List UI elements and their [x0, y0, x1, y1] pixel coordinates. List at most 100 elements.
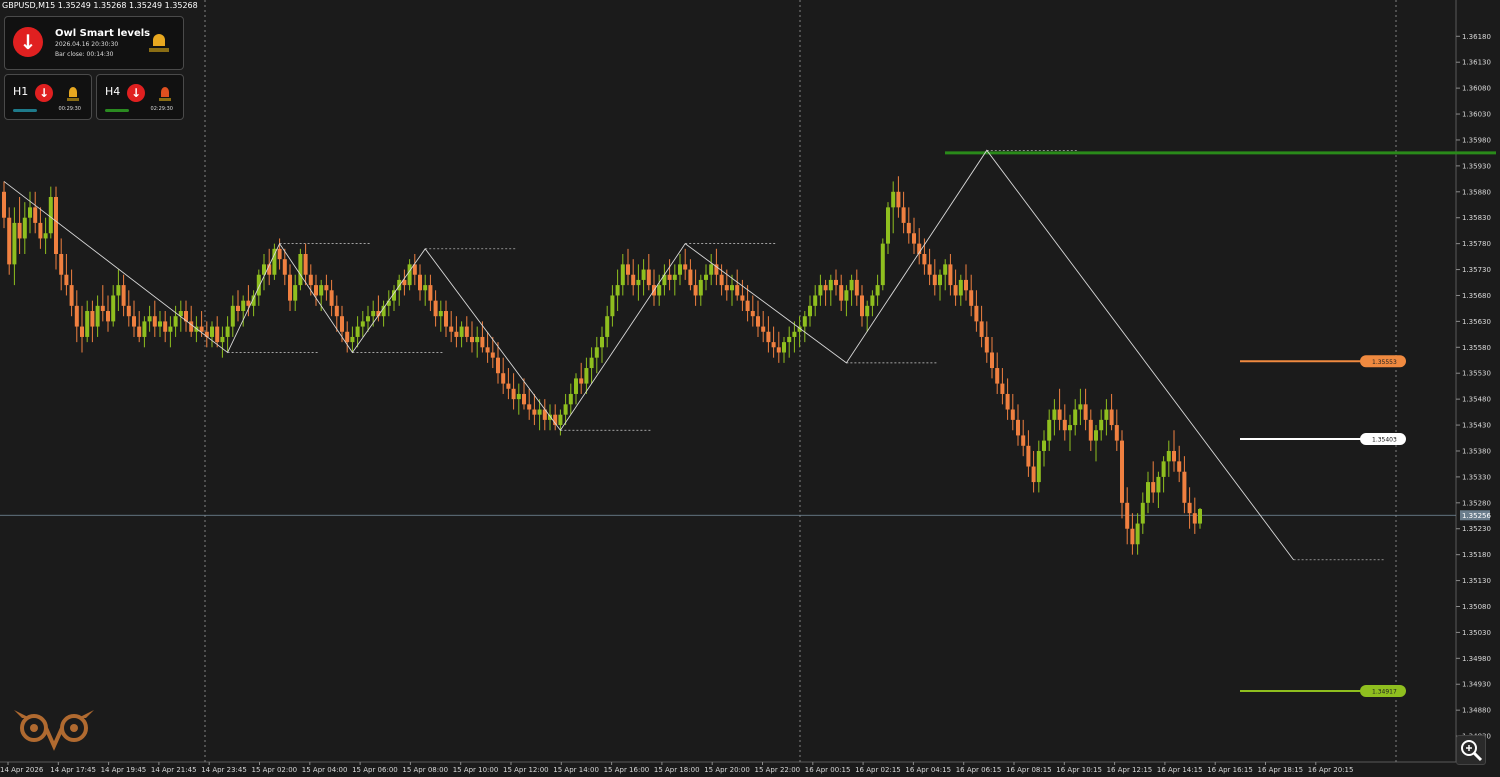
- bull-candle-body: [938, 274, 942, 286]
- y-tick-label: 1.35230: [1462, 525, 1491, 533]
- bear-candle-body: [54, 196, 58, 254]
- bull-candle-body: [293, 285, 298, 301]
- bear-candle-body: [932, 274, 937, 286]
- bear-candle-body: [511, 388, 516, 400]
- bear-candle-body: [1016, 419, 1020, 436]
- bear-candle-body: [1192, 513, 1197, 524]
- y-tick-label: 1.34880: [1462, 707, 1491, 715]
- bear-candle-body: [771, 342, 776, 348]
- bear-candle-body: [59, 254, 64, 275]
- bull-candle-body: [615, 285, 620, 296]
- bear-candle-body: [1130, 528, 1135, 545]
- bear-candle-body: [1000, 383, 1005, 394]
- bar-close-time: Bar close: 00:14:30: [55, 51, 114, 58]
- y-tick-label: 1.35780: [1462, 240, 1491, 248]
- bull-candle-body: [698, 279, 703, 296]
- timeframe-panel-h4[interactable]: H4 ↓ 02:29:30: [96, 74, 184, 120]
- owl-smart-levels-panel[interactable]: ↓ Owl Smart levels 2026.04.16 20:30:30 B…: [4, 16, 184, 70]
- y-tick-label: 1.35980: [1462, 136, 1491, 144]
- bull-candle-body: [355, 326, 360, 337]
- bear-candle-body: [106, 311, 110, 322]
- bear-candle-body: [324, 285, 329, 291]
- bull-candle-body: [548, 414, 552, 420]
- bull-candle-body: [844, 290, 849, 301]
- bull-candle-body: [241, 300, 246, 312]
- y-tick-label: 1.35380: [1462, 447, 1491, 455]
- bear-candle-body: [303, 254, 308, 275]
- bear-candle-body: [646, 269, 651, 286]
- bear-candle-body: [69, 285, 74, 306]
- bull-candle-body: [1135, 523, 1140, 545]
- bull-candle-body: [1198, 509, 1202, 524]
- bull-candle-body: [225, 326, 230, 337]
- bear-candle-body: [901, 207, 906, 223]
- indicator-date: 2026.04.16 20:30:30: [55, 41, 119, 48]
- x-tick-label: 14 Apr 2026: [0, 766, 44, 774]
- bull-candle-body: [641, 269, 646, 280]
- bull-candle-body: [605, 316, 610, 337]
- x-tick-label: 16 Apr 14:15: [1157, 766, 1203, 774]
- y-tick-label: 1.35680: [1462, 292, 1491, 300]
- bear-candle-body: [724, 285, 729, 291]
- bear-candle-body: [823, 285, 828, 291]
- x-tick-label: 14 Apr 23:45: [201, 766, 247, 774]
- x-tick-label: 15 Apr 20:00: [704, 766, 750, 774]
- bear-candle-body: [277, 248, 282, 260]
- bear-candle-body: [527, 404, 532, 410]
- x-tick-label: 15 Apr 14:00: [553, 766, 599, 774]
- x-tick-label: 15 Apr 10:00: [453, 766, 499, 774]
- bear-candle-body: [860, 295, 864, 317]
- bull-candle-body: [168, 326, 173, 332]
- bear-candle-body: [126, 305, 131, 317]
- timeframe-label: H1: [13, 85, 29, 98]
- timeframe-panel-h1[interactable]: H1 ↓ 00:29:30: [4, 74, 92, 120]
- bear-candle-body: [693, 285, 698, 296]
- bull-candle-body: [865, 305, 870, 317]
- bear-candle-body: [485, 347, 490, 353]
- x-tick-label: 14 Apr 17:45: [50, 766, 96, 774]
- bull-candle-body: [875, 285, 880, 296]
- bear-candle-body: [132, 316, 136, 327]
- siren-icon: [147, 31, 171, 53]
- owl-logo-icon: [14, 710, 94, 751]
- bear-candle-body: [90, 311, 95, 327]
- zoom-icon[interactable]: [1456, 735, 1486, 765]
- y-tick-label: 1.35830: [1462, 214, 1491, 222]
- y-tick-label: 1.35280: [1462, 499, 1491, 507]
- bear-candle-body: [953, 285, 958, 296]
- bear-candle-body: [1109, 409, 1114, 426]
- bull-candle-body: [1094, 430, 1098, 441]
- bull-candle-body: [116, 285, 121, 296]
- bear-candle-body: [64, 274, 69, 286]
- h4-siren-icon: [157, 84, 173, 102]
- resistance-level-label: 1.35553: [1372, 359, 1397, 366]
- y-tick-label: 1.35580: [1462, 344, 1491, 352]
- h1-progress-bar: [13, 109, 37, 112]
- x-tick-label: 16 Apr 00:15: [805, 766, 851, 774]
- bull-candle-body: [563, 404, 568, 415]
- x-tick-label: 15 Apr 22:00: [755, 766, 801, 774]
- bear-candle-body: [626, 264, 630, 275]
- bull-candle-body: [475, 336, 480, 343]
- y-tick-label: 1.36180: [1462, 33, 1491, 41]
- y-tick-label: 1.35930: [1462, 162, 1491, 170]
- y-tick-label: 1.35480: [1462, 396, 1491, 404]
- bear-candle-body: [449, 326, 454, 332]
- bull-candle-body: [787, 336, 792, 343]
- bear-candle-body: [506, 383, 511, 389]
- x-tick-label: 15 Apr 06:00: [352, 766, 398, 774]
- x-tick-label: 16 Apr 20:15: [1308, 766, 1354, 774]
- bull-candle-body: [43, 233, 48, 239]
- bear-candle-body: [496, 357, 500, 374]
- bear-candle-body: [984, 336, 989, 353]
- bear-candle-body: [974, 305, 979, 322]
- bull-candle-body: [272, 248, 277, 275]
- bull-candle-body: [12, 222, 17, 265]
- bull-candle-body: [95, 305, 100, 327]
- bull-candle-body: [704, 274, 708, 280]
- bear-candle-body: [7, 217, 12, 265]
- bear-candle-body: [735, 285, 740, 296]
- bear-candle-body: [1031, 466, 1036, 483]
- bear-candle-body: [922, 254, 927, 265]
- bull-candle-body: [1146, 482, 1150, 503]
